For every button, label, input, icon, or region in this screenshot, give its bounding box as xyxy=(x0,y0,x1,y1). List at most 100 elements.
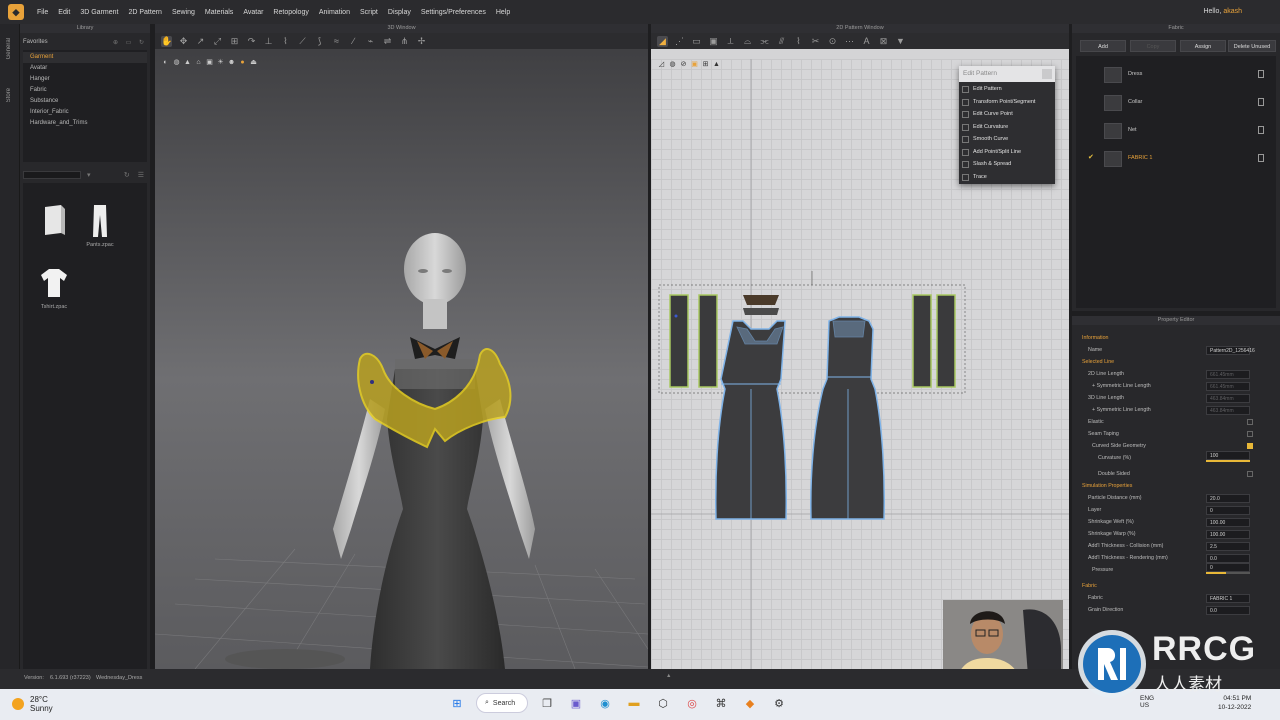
lock-icon[interactable] xyxy=(1258,126,1264,134)
menu-file[interactable]: File xyxy=(32,9,53,16)
library-file-pants[interactable]: Pants.zpac xyxy=(74,203,126,248)
lock-icon[interactable] xyxy=(1258,70,1264,78)
tree-item-substance[interactable]: Substance xyxy=(23,96,147,107)
checkbox[interactable] xyxy=(1247,471,1253,477)
internal-line-icon[interactable]: ⟂ xyxy=(725,36,736,47)
puckering-icon[interactable]: ⇌ xyxy=(382,36,393,47)
weather-widget[interactable]: 28°C Sunny xyxy=(12,695,53,713)
select-mesh-icon[interactable]: ✥ xyxy=(178,36,189,47)
popup-item-transform-point[interactable]: Transform Point/Segment xyxy=(959,96,1055,109)
property-value-field[interactable]: 2.5 xyxy=(1206,541,1250,551)
menu-edit[interactable]: Edit xyxy=(53,9,75,16)
teams-chat-icon[interactable]: ▣ xyxy=(566,693,586,713)
app-logo-icon[interactable]: ◆ xyxy=(8,4,24,20)
property-value-field[interactable]: 0 xyxy=(1206,563,1250,572)
menu-sewing[interactable]: Sewing xyxy=(167,9,200,16)
property-value-field[interactable]: 661.45mm xyxy=(1206,369,1250,379)
property-value-field[interactable]: 20.0 xyxy=(1206,493,1250,503)
property-value-field[interactable]: 0.0 xyxy=(1206,553,1250,563)
line-icon[interactable]: ∕ xyxy=(348,36,359,47)
checkbox[interactable] xyxy=(1247,419,1253,425)
tack-icon[interactable]: ↷ xyxy=(246,36,257,47)
tab-general[interactable]: General xyxy=(6,38,12,59)
assign-fabric-button[interactable]: Assign xyxy=(1180,40,1226,52)
file-explorer-icon[interactable]: ▬ xyxy=(624,693,644,713)
snapshot-icon[interactable]: ▲ xyxy=(712,60,721,69)
brush-icon[interactable]: ⟋ xyxy=(297,36,308,47)
shirt-pattern-icon[interactable]: ▼ xyxy=(895,36,906,47)
property-value-field[interactable]: 0 xyxy=(1206,505,1250,515)
copy-fabric-button[interactable]: Copy xyxy=(1130,40,1176,52)
menu-2d-pattern[interactable]: 2D Pattern xyxy=(123,9,166,16)
zipper-icon[interactable]: ⋔ xyxy=(399,36,410,47)
fold-icon[interactable]: ⌇ xyxy=(793,36,804,47)
section-header[interactable]: Information xyxy=(1082,332,1109,344)
task-view-icon[interactable]: ❐ xyxy=(537,693,557,713)
property-value-field[interactable]: Pattern2D_1256416 xyxy=(1206,345,1255,355)
property-value-field[interactable]: 100.00 xyxy=(1206,517,1250,527)
view-toggle-icons[interactable]: ↻ ☰ xyxy=(124,171,147,179)
menu-settings[interactable]: Settings/Preferences xyxy=(416,9,491,16)
pin-icon[interactable]: ⤢ xyxy=(212,36,223,47)
property-value-field[interactable]: 463.84mm xyxy=(1206,405,1250,415)
property-value-field[interactable]: 463.84mm xyxy=(1206,393,1250,403)
edge-icon[interactable]: ◉ xyxy=(595,693,615,713)
annotation-icon[interactable]: A xyxy=(861,36,872,47)
lock-icon[interactable] xyxy=(1258,154,1264,162)
rectangle-icon[interactable]: ▭ xyxy=(691,36,702,47)
close-icon[interactable] xyxy=(1042,69,1052,79)
popup-item-trace[interactable]: Trace xyxy=(959,171,1055,184)
menu-retopology[interactable]: Retopology xyxy=(268,9,313,16)
steam-icon[interactable]: ⌇ xyxy=(280,36,291,47)
transform-pattern-icon[interactable]: ◢ xyxy=(657,35,668,47)
select-move-icon[interactable]: ✋ xyxy=(161,35,172,47)
tree-item-garment[interactable]: Garment xyxy=(23,52,147,63)
arrange-icon[interactable]: ⊞ xyxy=(229,36,240,47)
add-fabric-button[interactable]: Add xyxy=(1080,40,1126,52)
fabric-item-collar[interactable]: Collar xyxy=(1076,91,1276,115)
library-file-tshirt[interactable]: Tshirt.zpac xyxy=(28,265,80,310)
app-icon-2[interactable]: ⌘ xyxy=(711,693,731,713)
topstitch-icon[interactable]: ⋯ xyxy=(844,36,855,47)
tab-store[interactable]: Store xyxy=(6,88,12,102)
property-value-field[interactable]: FABRIC 1 xyxy=(1206,593,1250,603)
dart-icon[interactable]: ⌓ xyxy=(742,36,753,47)
menu-animation[interactable]: Animation xyxy=(314,9,355,16)
section-header[interactable]: Simulation Properties xyxy=(1082,480,1132,492)
menu-avatar[interactable]: Avatar xyxy=(238,9,268,16)
expand-icon[interactable]: ▲ xyxy=(666,673,671,679)
library-tool-icons[interactable]: ⊕ ▭ ↻ xyxy=(113,39,147,46)
segment-sewing-icon[interactable]: ⫘ xyxy=(759,36,770,47)
menu-display[interactable]: Display xyxy=(383,9,416,16)
menu-materials[interactable]: Materials xyxy=(200,9,238,16)
property-value-field[interactable]: 661.45mm xyxy=(1206,381,1250,391)
tree-item-fabric[interactable]: Fabric xyxy=(23,85,147,96)
checkbox[interactable] xyxy=(1247,431,1253,437)
property-value-field[interactable]: 100.00 xyxy=(1206,529,1250,539)
tree-item-avatar[interactable]: Avatar xyxy=(23,63,147,74)
edit-point-icon[interactable]: ⋰ xyxy=(674,36,685,47)
measure-icon[interactable]: ⊥ xyxy=(263,36,274,47)
checkbox[interactable] xyxy=(1247,443,1253,449)
fabric-item-net[interactable]: Net xyxy=(1076,119,1276,143)
tree-item-hardware-trims[interactable]: Hardware_and_Trims xyxy=(23,118,147,129)
popup-item-smooth-curve[interactable]: Smooth Curve xyxy=(959,133,1055,146)
windows-start-icon[interactable]: ⊞ xyxy=(447,693,467,713)
3d-viewport-scene[interactable] xyxy=(155,59,648,669)
2d-pattern-window[interactable]: 2D Pattern Window ◢ ⋰ ▭ ▣ ⟂ ⌓ ⫘ ⫻ ⌇ ✂ ⊙ … xyxy=(651,24,1069,669)
property-slider[interactable] xyxy=(1206,460,1250,462)
button-icon[interactable]: ⊙ xyxy=(827,36,838,47)
popup-item-edit-curvature[interactable]: Edit Curvature xyxy=(959,121,1055,134)
3d-window[interactable]: 3D Window ✋ ✥ ↗ ⤢ ⊞ ↷ ⊥ ⌇ ⟋ ⟆ ≈ ∕ ⌁ ⇌ ⋔ … xyxy=(155,24,648,669)
highlight-icon[interactable]: ▣ xyxy=(690,60,699,69)
zoom-icon[interactable]: ⊘ xyxy=(679,60,688,69)
property-value-field[interactable]: 100 xyxy=(1206,451,1250,460)
layout-icon[interactable]: ⊞ xyxy=(701,60,710,69)
edit-3d-icon[interactable]: ⟆ xyxy=(314,36,325,47)
menu-script[interactable]: Script xyxy=(355,9,383,16)
fabric-item-dress[interactable]: Dress xyxy=(1076,63,1276,87)
fabric-display-icon[interactable]: ◍ xyxy=(668,60,677,69)
app-icon-1[interactable]: ⬡ xyxy=(653,693,673,713)
chrome-icon[interactable]: ◎ xyxy=(682,693,702,713)
seam-icon[interactable]: ⌁ xyxy=(365,36,376,47)
